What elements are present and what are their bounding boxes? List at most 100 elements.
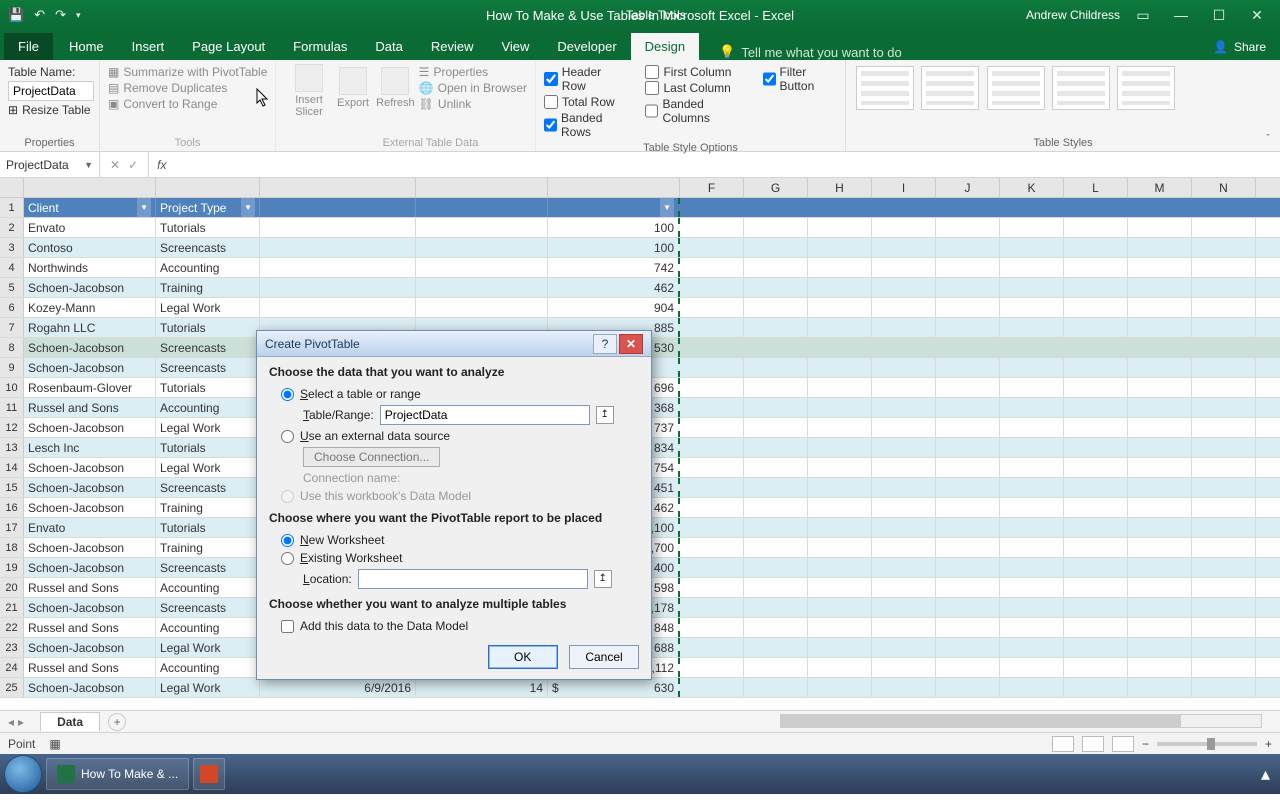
- cell[interactable]: [1192, 678, 1256, 697]
- cell[interactable]: [1000, 598, 1064, 617]
- cell[interactable]: [808, 278, 872, 297]
- cell[interactable]: [1192, 398, 1256, 417]
- cell[interactable]: [872, 478, 936, 497]
- cell[interactable]: [936, 218, 1000, 237]
- row-header[interactable]: 16: [0, 498, 24, 517]
- cell[interactable]: [872, 358, 936, 377]
- cell[interactable]: [808, 378, 872, 397]
- cell[interactable]: [680, 638, 744, 657]
- cell[interactable]: [936, 398, 1000, 417]
- cell[interactable]: Schoen-Jacobson: [24, 678, 156, 697]
- row-header[interactable]: 24: [0, 658, 24, 677]
- cell[interactable]: [872, 278, 936, 297]
- add-sheet-icon[interactable]: +: [108, 713, 126, 731]
- cell[interactable]: [1000, 538, 1064, 557]
- cell[interactable]: [936, 238, 1000, 257]
- cell[interactable]: Screencasts: [156, 558, 260, 577]
- table-row[interactable]: 5Schoen-JacobsonTraining462: [0, 278, 1280, 298]
- cell[interactable]: Screencasts: [156, 338, 260, 357]
- cell[interactable]: [680, 598, 744, 617]
- cell[interactable]: [1000, 658, 1064, 677]
- cell[interactable]: 462: [548, 278, 680, 297]
- view-normal-icon[interactable]: [1052, 736, 1074, 752]
- cell[interactable]: 904: [548, 298, 680, 317]
- table-range-input[interactable]: [380, 405, 590, 425]
- summarize-pivottable-button[interactable]: ▦Summarize with PivotTable: [108, 64, 267, 80]
- table-hdr-d[interactable]: [416, 198, 548, 217]
- col-header-d[interactable]: [416, 178, 548, 197]
- cell[interactable]: [1192, 378, 1256, 397]
- tab-pagelayout[interactable]: Page Layout: [178, 33, 279, 60]
- tablestyle-thumb[interactable]: [856, 66, 914, 110]
- range-picker-icon[interactable]: ↥: [596, 406, 614, 424]
- tab-data[interactable]: Data: [361, 33, 416, 60]
- cell[interactable]: [680, 258, 744, 277]
- cell[interactable]: [744, 658, 808, 677]
- close-dialog-icon[interactable]: ✕: [619, 334, 643, 354]
- cell[interactable]: [936, 258, 1000, 277]
- cell[interactable]: [1064, 558, 1128, 577]
- table-row[interactable]: 6Kozey-MannLegal Work904: [0, 298, 1280, 318]
- cell[interactable]: [680, 658, 744, 677]
- cell[interactable]: 100: [548, 238, 680, 257]
- cell[interactable]: [1064, 498, 1128, 517]
- cell[interactable]: [1192, 418, 1256, 437]
- cell[interactable]: [872, 598, 936, 617]
- cell[interactable]: Legal Work: [156, 458, 260, 477]
- cell[interactable]: [1000, 458, 1064, 477]
- cell[interactable]: [808, 358, 872, 377]
- start-button[interactable]: [4, 755, 42, 793]
- cell[interactable]: [1064, 418, 1128, 437]
- row-header[interactable]: 1: [0, 198, 24, 217]
- dialog-titlebar[interactable]: Create PivotTable ? ✕: [257, 331, 651, 357]
- cell[interactable]: Screencasts: [156, 358, 260, 377]
- cell[interactable]: [1064, 518, 1128, 537]
- cell[interactable]: Russel and Sons: [24, 578, 156, 597]
- ext-properties-button[interactable]: ☰Properties: [419, 64, 527, 80]
- cell[interactable]: [1192, 258, 1256, 277]
- table-hdr-client[interactable]: Client▼: [24, 198, 156, 217]
- tell-me-search[interactable]: 💡 Tell me what you want to do: [719, 44, 902, 60]
- unlink-button[interactable]: ⛓Unlink: [419, 96, 527, 112]
- cell[interactable]: [1128, 678, 1192, 697]
- table-hdr-e[interactable]: ▼: [548, 198, 680, 217]
- row-header[interactable]: 15: [0, 478, 24, 497]
- cell[interactable]: [1192, 278, 1256, 297]
- filterbtn-checkbox[interactable]: Filter Button: [763, 64, 837, 94]
- cell[interactable]: Accounting: [156, 658, 260, 677]
- cell[interactable]: [936, 478, 1000, 497]
- cell[interactable]: [936, 458, 1000, 477]
- cell[interactable]: [872, 638, 936, 657]
- redo-icon[interactable]: ↷: [55, 7, 66, 23]
- cell[interactable]: [744, 218, 808, 237]
- resize-table-button[interactable]: ⊞Resize Table: [8, 102, 91, 118]
- cell[interactable]: [1064, 638, 1128, 657]
- col-header[interactable]: M: [1128, 178, 1192, 197]
- cell[interactable]: [1192, 618, 1256, 637]
- cell[interactable]: Schoen-Jacobson: [24, 598, 156, 617]
- cell[interactable]: [872, 658, 936, 677]
- cell[interactable]: [872, 558, 936, 577]
- cell[interactable]: [808, 478, 872, 497]
- share-button[interactable]: 👤 Share: [1199, 34, 1280, 60]
- cell[interactable]: [1000, 558, 1064, 577]
- cell[interactable]: [744, 418, 808, 437]
- tablestyle-thumb[interactable]: [1052, 66, 1110, 110]
- open-browser-button[interactable]: 🌐Open in Browser: [419, 80, 527, 96]
- table-hdr-c[interactable]: [260, 198, 416, 217]
- cell[interactable]: [872, 258, 936, 277]
- cell[interactable]: [1128, 598, 1192, 617]
- cell[interactable]: [1064, 658, 1128, 677]
- enter-formula-icon[interactable]: ✓: [128, 158, 138, 172]
- cell[interactable]: [936, 518, 1000, 537]
- cell[interactable]: [936, 298, 1000, 317]
- cell[interactable]: [808, 498, 872, 517]
- row-header[interactable]: 3: [0, 238, 24, 257]
- col-header-c[interactable]: [260, 178, 416, 197]
- cell[interactable]: Legal Work: [156, 638, 260, 657]
- cell[interactable]: [1192, 238, 1256, 257]
- cell[interactable]: [1000, 518, 1064, 537]
- cell[interactable]: [1064, 218, 1128, 237]
- cell[interactable]: 14: [416, 678, 548, 697]
- cell[interactable]: Schoen-Jacobson: [24, 498, 156, 517]
